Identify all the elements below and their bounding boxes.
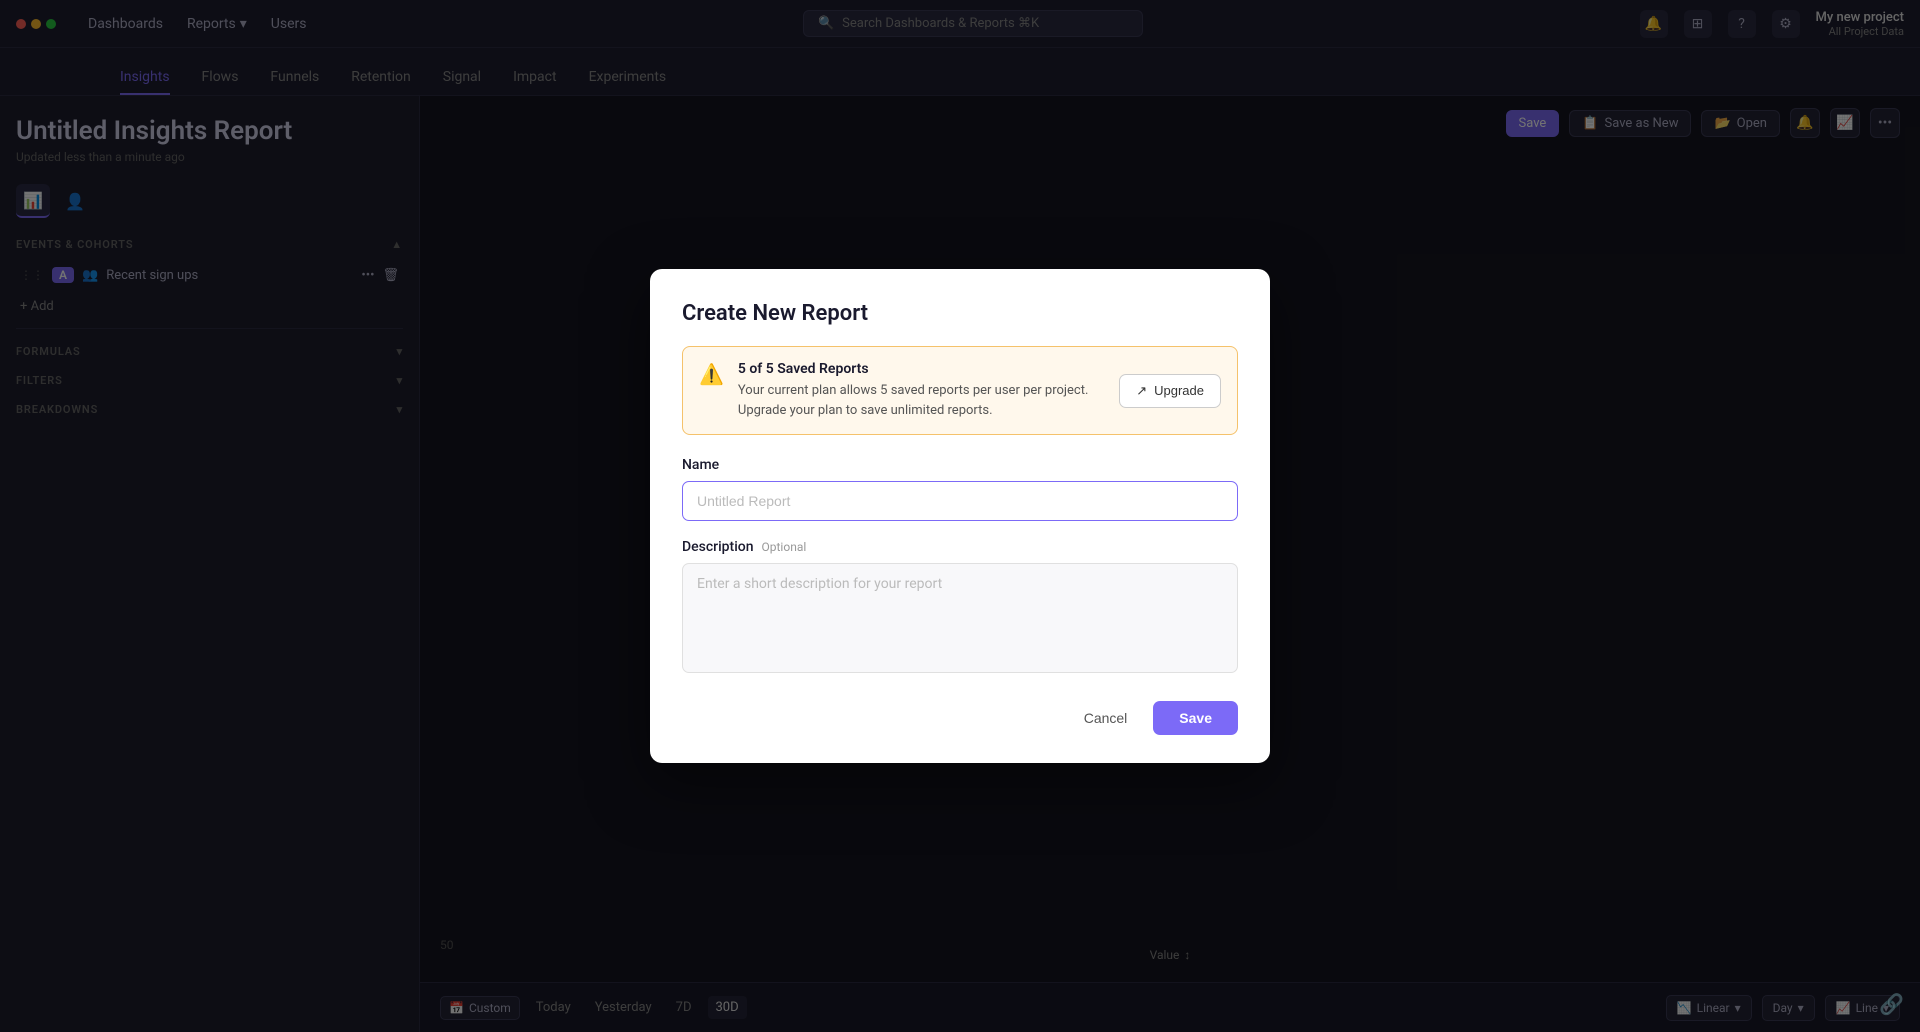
warning-text-block: 5 of 5 Saved Reports Your current plan a… bbox=[738, 361, 1105, 420]
report-name-input[interactable] bbox=[682, 481, 1238, 521]
cancel-button[interactable]: Cancel bbox=[1070, 702, 1142, 734]
desc-label: Description Optional bbox=[682, 539, 1238, 555]
report-desc-textarea[interactable] bbox=[682, 563, 1238, 673]
warning-box: ⚠️ 5 of 5 Saved Reports Your current pla… bbox=[682, 346, 1238, 435]
optional-tag: Optional bbox=[762, 540, 807, 554]
create-report-modal: Create New Report ⚠️ 5 of 5 Saved Report… bbox=[650, 269, 1270, 763]
warning-body: Your current plan allows 5 saved reports… bbox=[738, 381, 1105, 420]
modal-overlay: Create New Report ⚠️ 5 of 5 Saved Report… bbox=[0, 0, 1920, 1032]
modal-footer: Cancel Save bbox=[682, 701, 1238, 735]
warning-icon: ⚠️ bbox=[699, 362, 724, 386]
modal-title: Create New Report bbox=[682, 301, 1238, 326]
name-label: Name bbox=[682, 457, 1238, 473]
warning-title: 5 of 5 Saved Reports bbox=[738, 361, 1105, 377]
external-link-icon: ↗ bbox=[1136, 383, 1147, 399]
save-report-button[interactable]: Save bbox=[1153, 701, 1238, 735]
upgrade-button[interactable]: ↗ Upgrade bbox=[1119, 374, 1221, 408]
